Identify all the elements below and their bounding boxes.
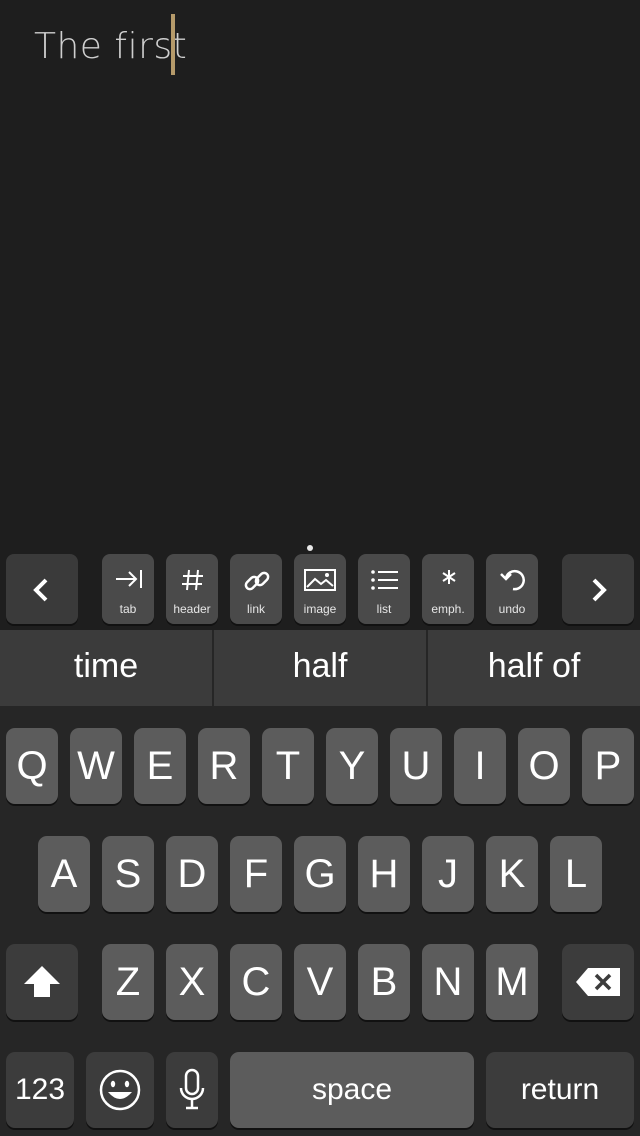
key-s[interactable]: S	[102, 836, 154, 912]
return-key[interactable]: return	[486, 1052, 634, 1128]
hash-icon	[182, 569, 203, 591]
image-icon	[304, 569, 336, 591]
toolbar-undo-label: undo	[498, 602, 526, 616]
suggestion-2[interactable]: half	[214, 630, 426, 706]
key-u[interactable]: U	[390, 728, 442, 804]
key-m[interactable]: M	[486, 944, 538, 1020]
asterisk-icon	[442, 570, 456, 584]
delete-key[interactable]	[562, 944, 634, 1020]
key-t[interactable]: T	[262, 728, 314, 804]
toolbar-header-label: header	[173, 602, 211, 616]
toolbar-list-label: list	[376, 602, 392, 616]
emoji-icon	[99, 1069, 141, 1111]
key-r[interactable]: R	[198, 728, 250, 804]
key-p[interactable]: P	[582, 728, 634, 804]
key-j[interactable]: J	[422, 836, 474, 912]
toolbar-link-label: link	[246, 602, 265, 616]
undo-icon	[500, 569, 525, 591]
page-indicator-dot	[307, 545, 313, 551]
key-g[interactable]: G	[294, 836, 346, 912]
backspace-icon	[576, 968, 620, 996]
chevron-left-icon	[33, 578, 48, 602]
toolbar-header-button[interactable]: header	[166, 554, 218, 624]
key-d[interactable]: D	[166, 836, 218, 912]
toolbar-tab-label: tab	[119, 602, 137, 616]
key-h[interactable]: H	[358, 836, 410, 912]
shift-key[interactable]	[6, 944, 78, 1020]
chevron-right-icon	[592, 578, 607, 602]
editor-text[interactable]: The first	[34, 26, 187, 67]
key-q[interactable]: Q	[6, 728, 58, 804]
emoji-key[interactable]	[86, 1052, 154, 1128]
tab-icon	[116, 570, 142, 588]
key-z[interactable]: Z	[102, 944, 154, 1020]
key-l[interactable]: L	[550, 836, 602, 912]
toolbar-emphasis-button[interactable]: emph.	[422, 554, 474, 624]
key-w[interactable]: W	[70, 728, 122, 804]
key-n[interactable]: N	[422, 944, 474, 1020]
key-c[interactable]: C	[230, 944, 282, 1020]
suggestion-3[interactable]: half of	[428, 630, 640, 706]
space-key[interactable]: space	[230, 1052, 474, 1128]
suggestion-1[interactable]: time	[0, 630, 212, 706]
microphone-icon	[179, 1068, 205, 1110]
key-a[interactable]: A	[38, 836, 90, 912]
text-cursor	[171, 14, 175, 75]
markdown-toolbar: tab header link image list emph. undo	[0, 552, 640, 628]
toolbar-prev-button[interactable]	[6, 554, 78, 624]
key-y[interactable]: Y	[326, 728, 378, 804]
key-f[interactable]: F	[230, 836, 282, 912]
editor-area[interactable]: The first	[0, 0, 640, 540]
key-i[interactable]: I	[454, 728, 506, 804]
toolbar-image-button[interactable]: image	[294, 554, 346, 624]
toolbar-image-label: image	[303, 602, 337, 616]
toolbar-undo-button[interactable]: undo	[486, 554, 538, 624]
key-k[interactable]: K	[486, 836, 538, 912]
numbers-key[interactable]: 123	[6, 1052, 74, 1128]
key-b[interactable]: B	[358, 944, 410, 1020]
toolbar-next-button[interactable]	[562, 554, 634, 624]
autocorrect-bar: time half half of	[0, 630, 640, 706]
toolbar-emphasis-label: emph.	[431, 602, 465, 616]
microphone-key[interactable]	[166, 1052, 218, 1128]
link-icon	[244, 571, 270, 591]
key-v[interactable]: V	[294, 944, 346, 1020]
key-o[interactable]: O	[518, 728, 570, 804]
toolbar-link-button[interactable]: link	[230, 554, 282, 624]
shift-icon	[24, 966, 60, 997]
toolbar-tab-button[interactable]: tab	[102, 554, 154, 624]
key-e[interactable]: E	[134, 728, 186, 804]
toolbar-list-button[interactable]: list	[358, 554, 410, 624]
keyboard: Q W E R T Y U I O P A S D F G H J K L Z …	[0, 706, 640, 1136]
key-x[interactable]: X	[166, 944, 218, 1020]
list-icon	[371, 570, 398, 590]
